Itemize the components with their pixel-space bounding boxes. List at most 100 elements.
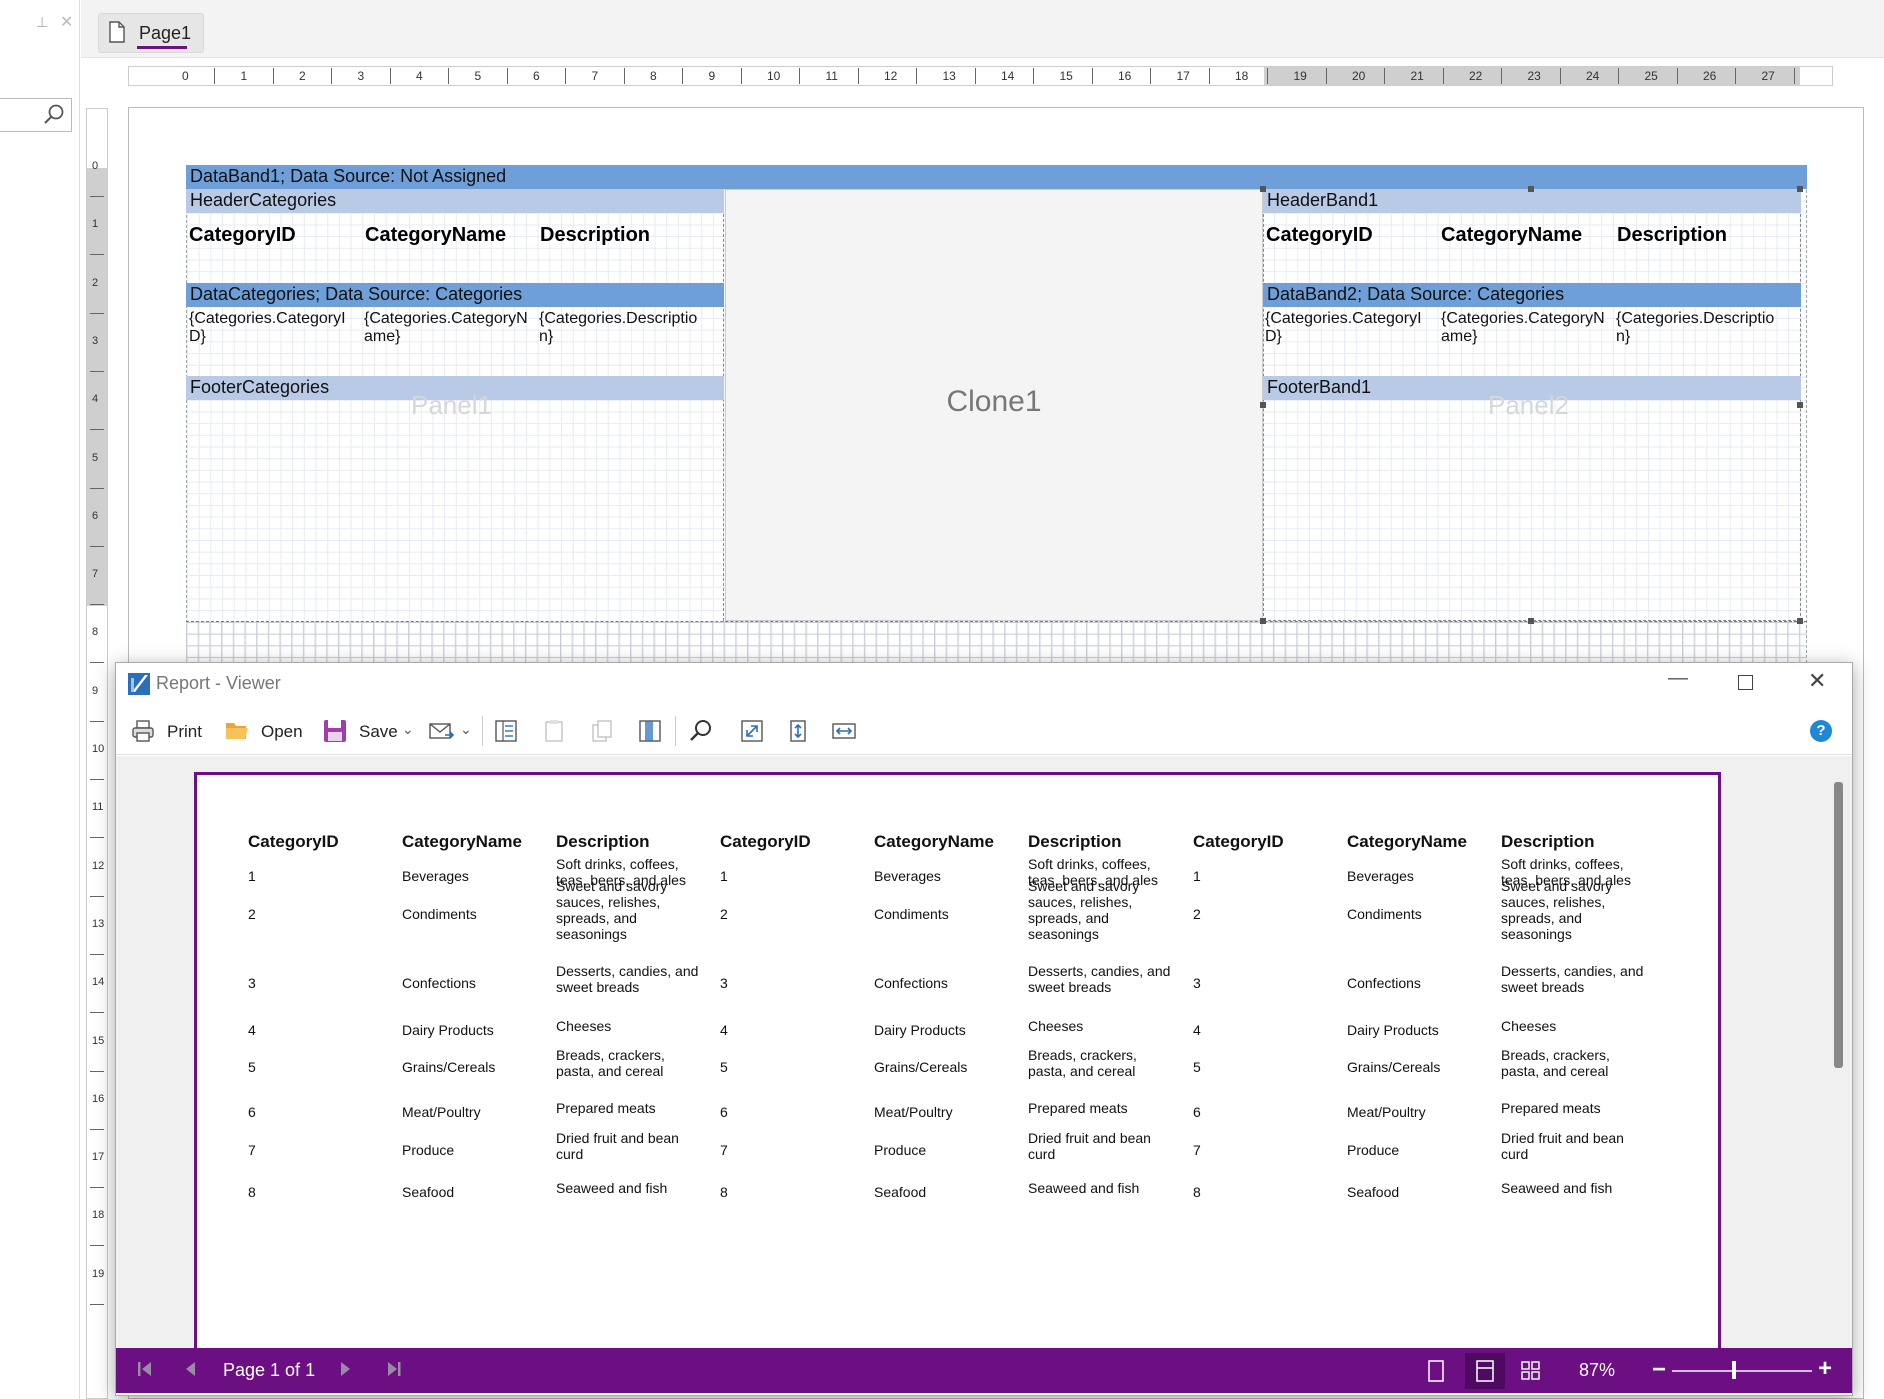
ruler-tick <box>506 68 508 84</box>
single-page-view-button[interactable] <box>1427 1359 1445 1388</box>
report-cell: Cheeses <box>1501 1018 1557 1034</box>
databand1-header[interactable]: DataBand1; Data Source: Not Assigned <box>186 165 1807 189</box>
headerband1[interactable]: HeaderBand1 <box>1263 189 1801 213</box>
zoom-slider[interactable] <box>1672 1370 1812 1372</box>
page-height-button[interactable] <box>785 718 811 749</box>
ruler-number: 0 <box>182 69 189 83</box>
ruler-tick <box>90 953 104 955</box>
panel2-col-categoryid[interactable]: CategoryID <box>1266 224 1373 247</box>
panel1-col-description[interactable]: Description <box>540 224 650 247</box>
ruler-tick <box>1208 68 1210 84</box>
last-page-button[interactable] <box>385 1359 403 1384</box>
report-column-header: CategoryID <box>248 832 339 851</box>
zoom-in-button[interactable]: + <box>1818 1355 1832 1383</box>
resize-handle[interactable] <box>1797 402 1803 408</box>
open-button[interactable]: Open <box>224 716 304 746</box>
panel2-cell-description[interactable]: {Categories.Descriptio n} <box>1616 310 1774 346</box>
zoom-slider-thumb[interactable] <box>1732 1361 1736 1379</box>
resize-handle[interactable] <box>1528 186 1534 192</box>
report-cell: Dried fruit and bean curd <box>556 1130 679 1162</box>
ruler-number: 18 <box>1235 69 1249 83</box>
save-button[interactable]: Save ⌄ <box>322 716 417 746</box>
resize-handle[interactable] <box>1528 618 1534 624</box>
ruler-tick <box>90 604 104 606</box>
ruler-number: 27 <box>1761 69 1775 83</box>
panel1-col-categoryid[interactable]: CategoryID <box>189 224 296 247</box>
ruler-number: 26 <box>1703 69 1717 83</box>
panel2-cell-categoryname[interactable]: {Categories.CategoryN ame} <box>1441 310 1605 346</box>
maximize-button[interactable] <box>1738 675 1753 690</box>
ruler-number: 12 <box>884 69 898 83</box>
ruler-tick <box>1501 68 1502 84</box>
data-categories-band[interactable]: DataCategories; Data Source: Categories <box>186 283 724 307</box>
print-button[interactable]: Print <box>130 716 206 746</box>
parameters-button[interactable] <box>541 718 567 749</box>
ruler-tick <box>974 68 976 84</box>
report-column-header: Description <box>556 832 650 851</box>
thumbnails-button[interactable] <box>589 718 615 749</box>
tab-page1[interactable]: Page1 <box>98 13 204 53</box>
ruler-tick <box>90 662 104 664</box>
panel2-cell-categoryid[interactable]: {Categories.CategoryI D} <box>1265 310 1422 346</box>
minimize-button[interactable]: — <box>1668 667 1688 690</box>
viewer-title-bar[interactable] <box>116 663 1852 705</box>
report-cell: 7 <box>720 1142 728 1158</box>
editor-button[interactable] <box>637 718 663 749</box>
ruler-number: 13 <box>942 69 956 83</box>
ruler-tick <box>90 1303 104 1305</box>
page-width-button[interactable] <box>831 718 857 749</box>
close-icon[interactable]: ✕ <box>60 12 73 32</box>
databand2[interactable]: DataBand2; Data Source: Categories <box>1263 283 1801 307</box>
vertical-scrollbar[interactable] <box>1834 782 1843 1068</box>
resize-handle[interactable] <box>1260 186 1266 192</box>
previous-page-button[interactable] <box>182 1359 198 1384</box>
first-page-button[interactable] <box>136 1359 154 1384</box>
panel1-cell-categoryname[interactable]: {Categories.CategoryN ame} <box>364 310 528 346</box>
chevron-down-icon: ⌄ <box>402 721 414 737</box>
close-window-button[interactable]: ✕ <box>1808 668 1826 694</box>
bookmarks-button[interactable] <box>493 718 519 749</box>
search-icon[interactable] <box>42 103 66 132</box>
ruler-number: 12 <box>92 859 105 872</box>
panel2-col-categoryname[interactable]: CategoryName <box>1441 224 1582 247</box>
ruler-tick <box>90 720 104 722</box>
report-cell: 2 <box>720 906 728 922</box>
report-cell: Produce <box>874 1142 927 1158</box>
send-email-button[interactable]: ⌄ <box>428 716 476 746</box>
zoom-out-button[interactable]: − <box>1652 1356 1666 1384</box>
printer-icon <box>132 720 154 742</box>
resize-handle[interactable] <box>1797 618 1803 624</box>
panel2-col-description[interactable]: Description <box>1617 224 1727 247</box>
resize-handle[interactable] <box>1797 186 1803 192</box>
page-tab-bar <box>81 0 1884 58</box>
ruler-tick <box>90 429 104 431</box>
find-button[interactable] <box>688 718 714 749</box>
ruler-number: 22 <box>1469 69 1483 83</box>
header-categories-band[interactable]: HeaderCategories <box>186 189 724 213</box>
folder-icon <box>226 723 248 739</box>
help-icon[interactable]: ? <box>1810 720 1832 742</box>
panel1-cell-categoryid[interactable]: {Categories.CategoryI D} <box>189 310 346 346</box>
report-cell: 5 <box>720 1059 728 1075</box>
page-icon <box>109 21 125 43</box>
continuous-view-icon <box>1475 1359 1495 1388</box>
page-indicator: Page 1 of 1 <box>223 1360 316 1380</box>
next-page-button[interactable] <box>338 1359 354 1384</box>
pin-icon[interactable]: ⊥ <box>36 14 48 31</box>
report-cell: 4 <box>248 1022 256 1038</box>
multi-page-view-button[interactable] <box>1520 1360 1542 1387</box>
report-cell: Seaweed and fish <box>556 1180 668 1196</box>
zoom-level[interactable]: 87% <box>1579 1360 1615 1381</box>
report-cell: Condiments <box>874 906 949 922</box>
resize-handle[interactable] <box>1260 402 1266 408</box>
app-logo-icon <box>127 672 151 701</box>
report-cell: Cheeses <box>556 1018 612 1034</box>
ruler-number: 13 <box>92 917 105 930</box>
resize-handle[interactable] <box>1260 618 1266 624</box>
report-cell: Seaweed and fish <box>1028 1180 1140 1196</box>
report-cell: Produce <box>1347 1142 1400 1158</box>
panel1-cell-description[interactable]: {Categories.Descriptio n} <box>539 310 697 346</box>
report-column-header: CategoryID <box>1193 832 1284 851</box>
full-screen-button[interactable] <box>739 718 765 749</box>
panel1-col-categoryname[interactable]: CategoryName <box>365 224 506 247</box>
